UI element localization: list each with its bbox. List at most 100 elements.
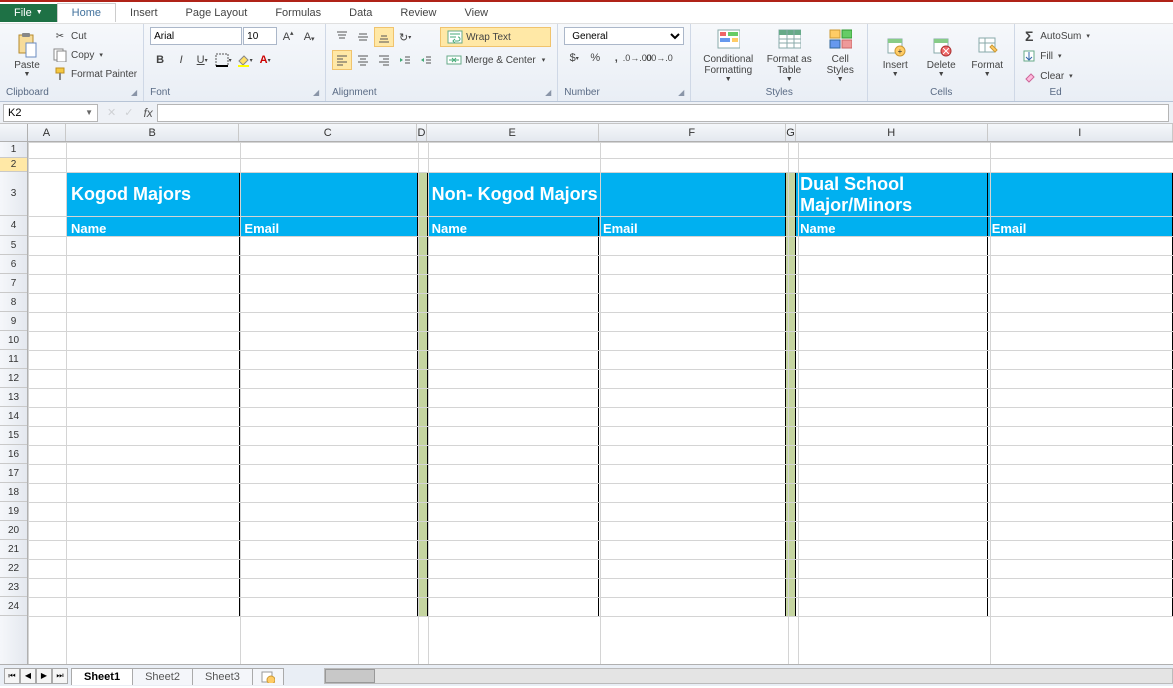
sheet-tab-2[interactable]: Sheet2 xyxy=(132,668,193,685)
row-header-13[interactable]: 13 xyxy=(0,388,27,407)
tab-page-layout[interactable]: Page Layout xyxy=(172,4,262,22)
orientation-button[interactable]: ↻▾ xyxy=(395,27,415,47)
format-painter-button[interactable]: Format Painter xyxy=(52,65,137,83)
row-header-7[interactable]: 7 xyxy=(0,274,27,293)
row-header-15[interactable]: 15 xyxy=(0,426,27,445)
row-header-20[interactable]: 20 xyxy=(0,521,27,540)
tab-home[interactable]: Home xyxy=(57,3,116,22)
row-header-10[interactable]: 10 xyxy=(0,331,27,350)
decrease-decimal-button[interactable]: .00→.0 xyxy=(648,48,668,68)
tab-formulas[interactable]: Formulas xyxy=(261,4,335,22)
conditional-formatting-button[interactable]: Conditional Formatting▼ xyxy=(697,27,759,85)
dialog-launcher-icon[interactable]: ◢ xyxy=(313,88,319,97)
dialog-launcher-icon[interactable]: ◢ xyxy=(678,88,684,97)
align-center-button[interactable] xyxy=(353,50,373,70)
tab-insert[interactable]: Insert xyxy=(116,4,172,22)
row-header-5[interactable]: 5 xyxy=(0,236,27,255)
tab-file[interactable]: File▼ xyxy=(0,4,57,22)
tab-view[interactable]: View xyxy=(450,4,502,22)
row-header-23[interactable]: 23 xyxy=(0,578,27,597)
merge-center-button[interactable]: Merge & Center▾ xyxy=(440,50,551,70)
delete-cells-button[interactable]: Delete▼ xyxy=(920,27,962,85)
row-header-11[interactable]: 11 xyxy=(0,350,27,369)
column-header-A[interactable]: A xyxy=(28,124,66,141)
column-header-G[interactable]: G xyxy=(786,124,796,141)
sheet-nav-next[interactable]: ▶ xyxy=(36,668,52,684)
autosum-button[interactable]: ΣAutoSum▾ xyxy=(1021,27,1090,45)
row-header-14[interactable]: 14 xyxy=(0,407,27,426)
number-format-combo[interactable]: General xyxy=(564,27,684,45)
format-as-table-button[interactable]: Format as Table▼ xyxy=(763,27,815,85)
copy-button[interactable]: Copy▾ xyxy=(52,46,137,64)
currency-button[interactable]: $▾ xyxy=(564,48,584,68)
font-size-combo[interactable] xyxy=(243,27,277,45)
sheet-tab-3[interactable]: Sheet3 xyxy=(192,668,253,685)
align-top-button[interactable] xyxy=(332,27,352,47)
row-header-8[interactable]: 8 xyxy=(0,293,27,312)
accept-formula-icon[interactable]: ✓ xyxy=(124,106,133,119)
align-bottom-button[interactable] xyxy=(374,27,394,47)
dialog-launcher-icon[interactable]: ◢ xyxy=(131,88,137,97)
row-header-3[interactable]: 3 xyxy=(0,172,27,216)
bold-button[interactable]: B xyxy=(150,50,170,70)
column-header-E[interactable]: E xyxy=(427,124,599,141)
sheet-tab-1[interactable]: Sheet1 xyxy=(71,668,133,685)
decrease-font-button[interactable]: A▾ xyxy=(299,27,319,47)
row-header-24[interactable]: 24 xyxy=(0,597,27,616)
row-header-17[interactable]: 17 xyxy=(0,464,27,483)
dialog-launcher-icon[interactable]: ◢ xyxy=(545,88,551,97)
horizontal-scrollbar[interactable] xyxy=(324,668,1173,684)
sheet-nav-last[interactable]: ⏭ xyxy=(52,668,68,684)
row-header-12[interactable]: 12 xyxy=(0,369,27,388)
fill-color-button[interactable]: ▾ xyxy=(234,50,254,70)
row-header-2[interactable]: 2 xyxy=(0,158,27,172)
select-all-corner[interactable] xyxy=(0,124,28,141)
align-right-button[interactable] xyxy=(374,50,394,70)
fx-label[interactable]: fx xyxy=(139,106,156,120)
column-header-C[interactable]: C xyxy=(239,124,417,141)
paste-button[interactable]: Paste ▼ xyxy=(6,27,48,85)
tab-data[interactable]: Data xyxy=(335,4,386,22)
insert-cells-button[interactable]: +Insert▼ xyxy=(874,27,916,85)
row-header-9[interactable]: 9 xyxy=(0,312,27,331)
new-sheet-button[interactable] xyxy=(252,668,284,685)
row-header-4[interactable]: 4 xyxy=(0,216,27,236)
cells-area[interactable]: Kogod MajorsNon- Kogod MajorsDual School… xyxy=(28,142,1173,664)
row-header-1[interactable]: 1 xyxy=(0,142,27,158)
sheet-nav-first[interactable]: ⏮ xyxy=(4,668,20,684)
tab-review[interactable]: Review xyxy=(386,4,450,22)
column-header-B[interactable]: B xyxy=(66,124,240,141)
cancel-formula-icon[interactable]: ✕ xyxy=(107,106,116,119)
align-left-button[interactable] xyxy=(332,50,352,70)
column-header-D[interactable]: D xyxy=(417,124,427,141)
row-header-6[interactable]: 6 xyxy=(0,255,27,274)
percent-button[interactable]: % xyxy=(585,48,605,68)
wrap-text-button[interactable]: Wrap Text xyxy=(440,27,551,47)
format-cells-button[interactable]: Format▼ xyxy=(966,27,1008,85)
font-color-button[interactable]: A▾ xyxy=(255,50,275,70)
font-name-combo[interactable] xyxy=(150,27,242,45)
underline-button[interactable]: U▾ xyxy=(192,50,212,70)
row-header-21[interactable]: 21 xyxy=(0,540,27,559)
italic-button[interactable]: I xyxy=(171,50,191,70)
row-header-18[interactable]: 18 xyxy=(0,483,27,502)
cut-button[interactable]: ✂Cut xyxy=(52,27,137,45)
increase-indent-button[interactable] xyxy=(416,50,436,70)
cell-styles-button[interactable]: Cell Styles▼ xyxy=(819,27,861,85)
fill-button[interactable]: Fill▾ xyxy=(1021,47,1061,65)
column-header-F[interactable]: F xyxy=(599,124,787,141)
border-button[interactable]: ▾ xyxy=(213,50,233,70)
decrease-indent-button[interactable] xyxy=(395,50,415,70)
scrollbar-thumb[interactable] xyxy=(325,669,375,683)
column-header-I[interactable]: I xyxy=(988,124,1173,141)
sheet-nav-prev[interactable]: ◀ xyxy=(20,668,36,684)
clear-button[interactable]: Clear▾ xyxy=(1021,67,1072,85)
increase-font-button[interactable]: A▴ xyxy=(278,27,298,47)
align-middle-button[interactable] xyxy=(353,27,373,47)
column-header-H[interactable]: H xyxy=(796,124,988,141)
row-header-22[interactable]: 22 xyxy=(0,559,27,578)
row-header-19[interactable]: 19 xyxy=(0,502,27,521)
formula-input[interactable] xyxy=(157,104,1169,122)
row-header-16[interactable]: 16 xyxy=(0,445,27,464)
name-box[interactable]: K2▼ xyxy=(3,104,98,122)
